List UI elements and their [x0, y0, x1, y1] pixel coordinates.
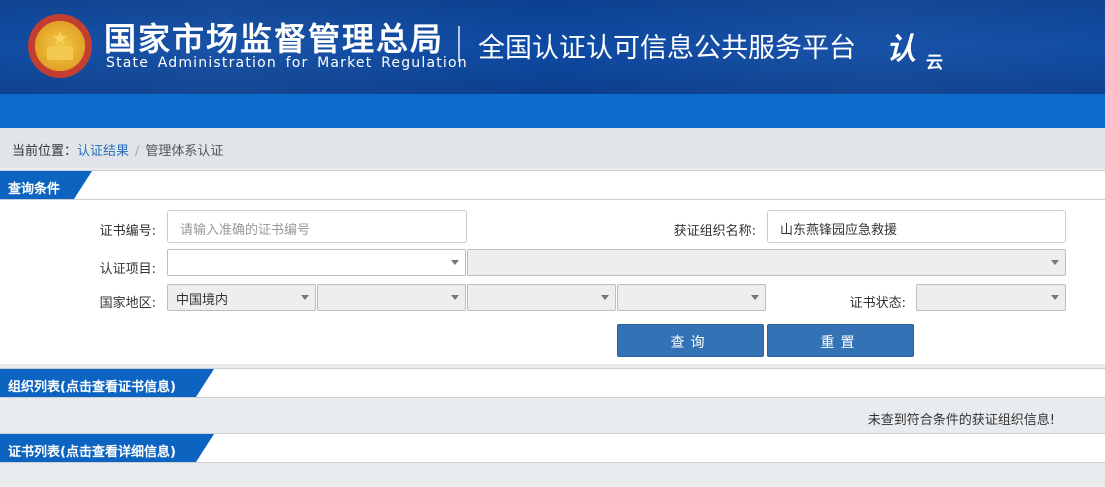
org-list-header: 组织列表(点击查看证书信息) — [0, 368, 1105, 398]
org-list-title: 组织列表(点击查看证书信息) — [0, 369, 214, 397]
chevron-down-icon — [601, 295, 609, 300]
header-divider — [458, 26, 460, 62]
platform-title: 全国认证认可信息公共服务平台 — [478, 33, 856, 64]
region-province-select[interactable] — [317, 284, 466, 311]
site-header: ★ 国家市场监督管理总局 State Administration for Ma… — [0, 0, 1105, 94]
nav-bar — [0, 94, 1105, 128]
cert-no-input[interactable]: 请输入准确的证书编号 — [167, 210, 467, 243]
breadcrumb: 当前位置：认证结果 / 管理体系认证 — [0, 128, 1105, 168]
chevron-down-icon — [751, 295, 759, 300]
org-list-body: 未查到符合条件的获证组织信息! — [0, 401, 1105, 433]
org-name-cn: 国家市场监督管理总局 — [104, 20, 445, 58]
org-name-label: 获证组织名称: — [673, 224, 756, 239]
platform-logo-icon: 认 — [886, 32, 916, 67]
project-label: 认证项目: — [99, 262, 156, 277]
query-form: 证书编号: 请输入准确的证书编号 获证组织名称: 山东燕锋园应急救援 认证项目:… — [0, 200, 1105, 364]
empty-result-message: 未查到符合条件的获证组织信息! — [867, 413, 1055, 428]
platform-logo-sub: 云 — [926, 53, 943, 73]
cert-list-header: 证书列表(点击查看详细信息) — [0, 433, 1105, 463]
status-select[interactable] — [916, 284, 1066, 311]
project-select[interactable] — [167, 249, 466, 276]
breadcrumb-link-results[interactable]: 认证结果 — [77, 144, 129, 159]
query-panel-header: 查询条件 — [0, 170, 1105, 200]
org-name-input[interactable]: 山东燕锋园应急救援 — [767, 210, 1066, 243]
chevron-down-icon — [301, 295, 309, 300]
org-name-en: State Administration for Market Regulati… — [106, 55, 468, 71]
search-button[interactable]: 查询 — [617, 324, 764, 357]
cert-list-body — [0, 463, 1105, 487]
breadcrumb-separator: / — [135, 144, 140, 159]
status-label: 证书状态: — [849, 296, 906, 311]
chevron-down-icon — [451, 295, 459, 300]
region-label: 国家地区: — [99, 296, 156, 311]
region-city-select[interactable] — [467, 284, 616, 311]
project-subselect[interactable] — [467, 249, 1066, 276]
region-district-select[interactable] — [617, 284, 766, 311]
query-panel-title: 查询条件 — [0, 171, 92, 199]
cert-list-title: 证书列表(点击查看详细信息) — [0, 434, 214, 462]
breadcrumb-label: 当前位置： — [12, 144, 78, 159]
region-country-select[interactable]: 中国境内 — [167, 284, 316, 311]
breadcrumb-current: 管理体系认证 — [145, 144, 224, 159]
national-emblem-icon: ★ — [28, 14, 92, 78]
cert-no-label: 证书编号: — [99, 224, 156, 239]
chevron-down-icon — [451, 260, 459, 265]
chevron-down-icon — [1051, 295, 1059, 300]
chevron-down-icon — [1051, 260, 1059, 265]
reset-button[interactable]: 重置 — [767, 324, 914, 357]
region-country-value: 中国境内 — [176, 293, 229, 308]
